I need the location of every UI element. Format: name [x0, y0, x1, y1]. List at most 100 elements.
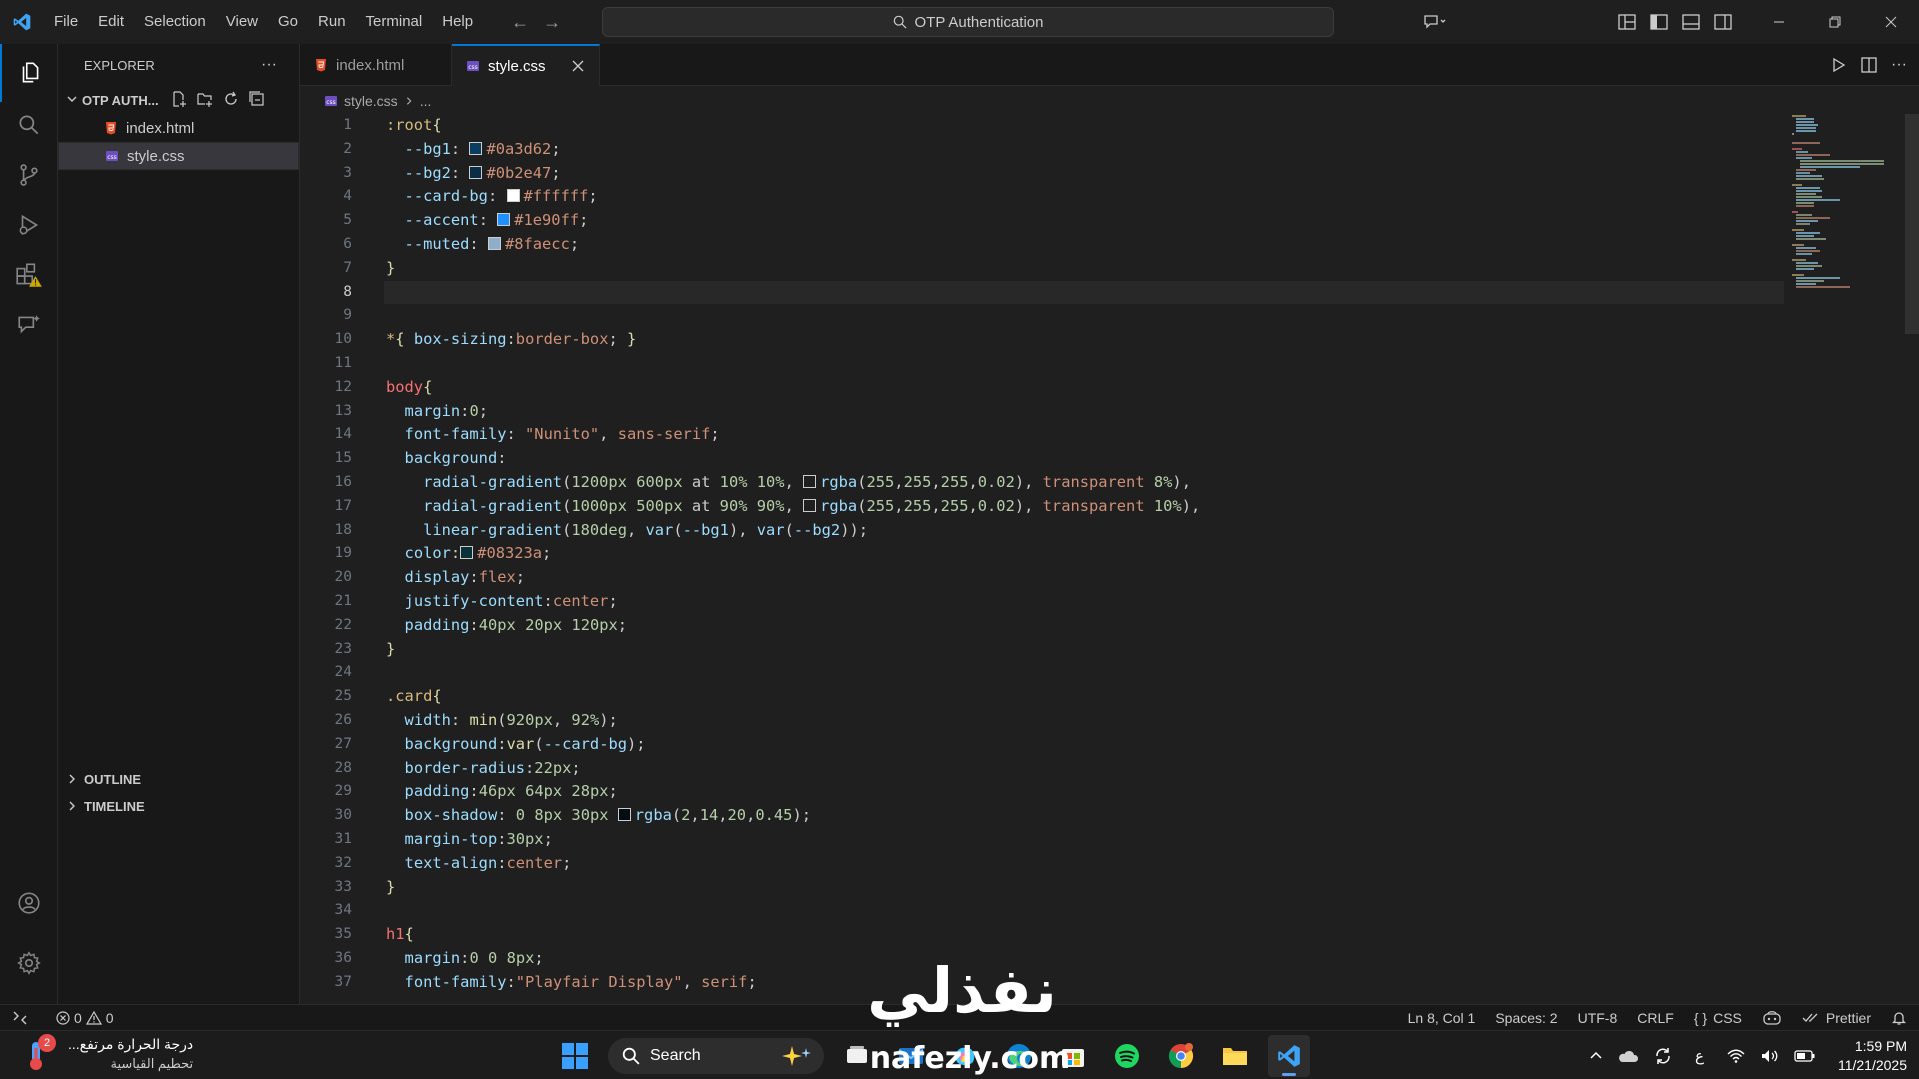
- file-explorer-icon[interactable]: [1214, 1035, 1256, 1077]
- encoding[interactable]: UTF-8: [1578, 1010, 1618, 1026]
- accounts-icon[interactable]: [0, 874, 58, 932]
- explorer-sidebar: EXPLORER ··· OTP AUTH... index.html css …: [58, 44, 300, 1004]
- taskbar-search[interactable]: Search: [608, 1037, 824, 1074]
- mail-icon[interactable]: [890, 1035, 932, 1077]
- menu-go[interactable]: Go: [268, 0, 308, 44]
- tab-index-html[interactable]: index.html: [300, 44, 452, 86]
- vscode-app-icon[interactable]: [1268, 1034, 1310, 1077]
- menu-terminal[interactable]: Terminal: [356, 0, 433, 44]
- menu-run[interactable]: Run: [308, 0, 356, 44]
- cursor-position[interactable]: Ln 8, Col 1: [1408, 1010, 1476, 1026]
- editor-tabs: index.html css style.css ···: [300, 44, 1919, 86]
- chevron-down-icon: [66, 93, 82, 108]
- code-line: --bg1: #0a3d62;: [404, 139, 561, 158]
- timeline-section-header[interactable]: TIMELINE: [58, 793, 299, 819]
- tab-style-css[interactable]: css style.css: [452, 44, 600, 86]
- toggle-primary-sidebar-icon[interactable]: [1643, 0, 1675, 44]
- sync-icon[interactable]: [1653, 1046, 1673, 1066]
- more-actions-icon[interactable]: ···: [1891, 56, 1907, 74]
- collapse-all-icon[interactable]: [248, 90, 265, 110]
- task-view-icon[interactable]: [836, 1035, 878, 1077]
- line-number-gutter: 1234 5678 9 10 11 12 13 14 15 16 17 18 19 20 21 22…: [334, 117, 352, 990]
- language-mode[interactable]: { } CSS: [1694, 1010, 1742, 1026]
- clock[interactable]: 1:59 PM 11/21/2025: [1838, 1037, 1907, 1075]
- weather-widget[interactable]: 2 درجة الحرارة مرتفع... تحطيم القياسية: [24, 1034, 193, 1073]
- restore-window-icon[interactable]: [1807, 0, 1863, 44]
- file-style-css[interactable]: css style.css: [58, 142, 299, 170]
- settings-gear-icon[interactable]: [0, 934, 58, 992]
- workspace-folder[interactable]: OTP AUTH...: [58, 86, 299, 114]
- menu-edit[interactable]: Edit: [88, 0, 134, 44]
- microsoft-store-icon[interactable]: [1052, 1035, 1094, 1077]
- edge-browser-icon[interactable]: [998, 1035, 1040, 1077]
- menu-view[interactable]: View: [216, 0, 268, 44]
- end-of-line[interactable]: CRLF: [1637, 1010, 1674, 1026]
- code-line: margin:0;: [404, 401, 488, 420]
- chevron-up-icon[interactable]: [1589, 1049, 1603, 1063]
- vertical-scrollbar[interactable]: [1905, 114, 1919, 334]
- run-icon[interactable]: [1831, 57, 1847, 73]
- breadcrumb-file[interactable]: style.css: [344, 93, 398, 109]
- code-line: padding:46px 64px 28px;: [404, 782, 618, 801]
- code-content[interactable]: :root{ --bg1: #0a3d62; --bg2: #0b2e47; -…: [384, 114, 1786, 994]
- code-line: font-family: "Nunito", sans-serif;: [404, 425, 720, 444]
- code-line: box-shadow: 0 8px 30px rgba(2,14,20,0.45…: [404, 806, 811, 825]
- prettier-status[interactable]: Prettier: [1802, 1010, 1871, 1026]
- toggle-secondary-sidebar-icon[interactable]: [1707, 0, 1739, 44]
- minimap[interactable]: [1790, 114, 1890, 314]
- new-file-icon[interactable]: [171, 90, 187, 110]
- code-line: color: #08323a;: [404, 544, 552, 563]
- refresh-icon[interactable]: [223, 91, 239, 110]
- chrome-browser-icon[interactable]: [1160, 1035, 1202, 1077]
- outline-section-header[interactable]: OUTLINE: [58, 766, 299, 792]
- command-center-search[interactable]: OTP Authentication: [602, 7, 1334, 37]
- minimize-window-icon[interactable]: [1751, 0, 1807, 44]
- code-line: font-family:"Playfair Display", serif;: [404, 972, 757, 991]
- menu-file[interactable]: File: [44, 0, 88, 44]
- more-actions-button[interactable]: ···: [261, 56, 277, 74]
- file-index-html[interactable]: index.html: [58, 114, 299, 142]
- menu-help[interactable]: Help: [432, 0, 483, 44]
- weather-badge: 2: [38, 1034, 56, 1052]
- breadcrumb-symbol[interactable]: ...: [420, 93, 432, 109]
- toggle-panel-icon[interactable]: [1675, 0, 1707, 44]
- explorer-icon[interactable]: [0, 44, 58, 102]
- wifi-icon[interactable]: [1726, 1048, 1746, 1064]
- code-line: }: [386, 877, 396, 896]
- battery-icon[interactable]: [1794, 1049, 1816, 1063]
- code-editor[interactable]: 1234 5678 9 10 11 12 13 14 15 16 17 18 19 20 21 22…: [300, 114, 1919, 1004]
- timeline-label: TIMELINE: [84, 798, 145, 814]
- spotify-icon[interactable]: [1106, 1035, 1148, 1077]
- customize-layout-icon[interactable]: [1611, 0, 1643, 44]
- status-bar: 0 0 Ln 8, Col 1 Spaces: 2 UTF-8 CRLF { }…: [0, 1004, 1919, 1030]
- copilot-icon[interactable]: [1762, 1010, 1782, 1026]
- menu-selection[interactable]: Selection: [134, 0, 216, 44]
- volume-icon[interactable]: [1760, 1048, 1780, 1064]
- svg-text:css: css: [326, 99, 336, 106]
- problems-indicator[interactable]: 0 0: [56, 1010, 114, 1026]
- css-file-icon: css: [467, 61, 479, 71]
- remote-icon[interactable]: [12, 1010, 28, 1026]
- code-line: }: [386, 258, 396, 277]
- copilot-chat-icon[interactable]: [1419, 0, 1451, 44]
- new-folder-icon[interactable]: [196, 91, 213, 110]
- copilot-app-icon[interactable]: [944, 1035, 986, 1077]
- back-arrow-icon[interactable]: ←: [511, 12, 529, 33]
- chevron-right-icon: [406, 97, 412, 105]
- forward-arrow-icon[interactable]: →: [543, 12, 561, 33]
- split-editor-icon[interactable]: [1861, 57, 1877, 73]
- code-line: margin-top:30px;: [404, 829, 553, 848]
- onedrive-cloud-icon[interactable]: [1617, 1048, 1639, 1064]
- indentation[interactable]: Spaces: 2: [1495, 1010, 1557, 1026]
- code-line: body{: [386, 377, 433, 396]
- input-language[interactable]: ع: [1695, 1047, 1704, 1065]
- code-line-current: [384, 280, 1784, 305]
- copilot-chat-icon[interactable]: [0, 296, 58, 354]
- bell-icon[interactable]: [1891, 1010, 1907, 1026]
- activity-bar: !: [0, 44, 58, 1004]
- close-icon[interactable]: [572, 60, 584, 72]
- close-window-icon[interactable]: [1863, 0, 1919, 44]
- start-button[interactable]: [554, 1035, 596, 1077]
- code-line: padding:40px 20px 120px;: [404, 615, 628, 634]
